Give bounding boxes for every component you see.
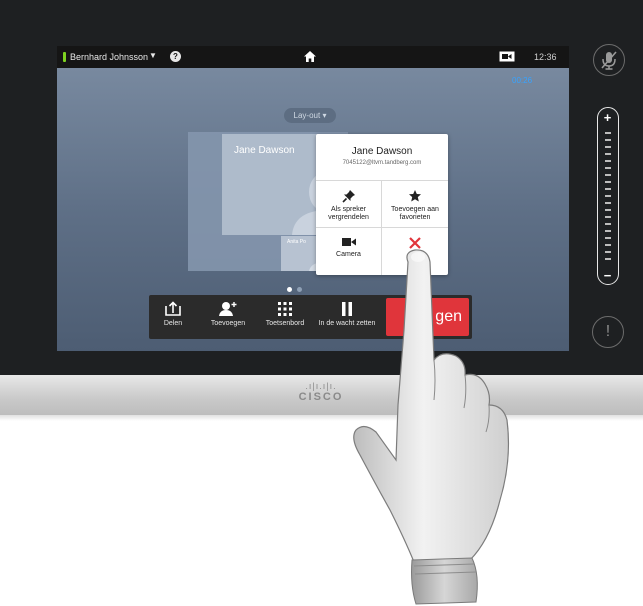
pointing-hand-illustration (353, 249, 510, 605)
hand-shape (353, 249, 510, 563)
